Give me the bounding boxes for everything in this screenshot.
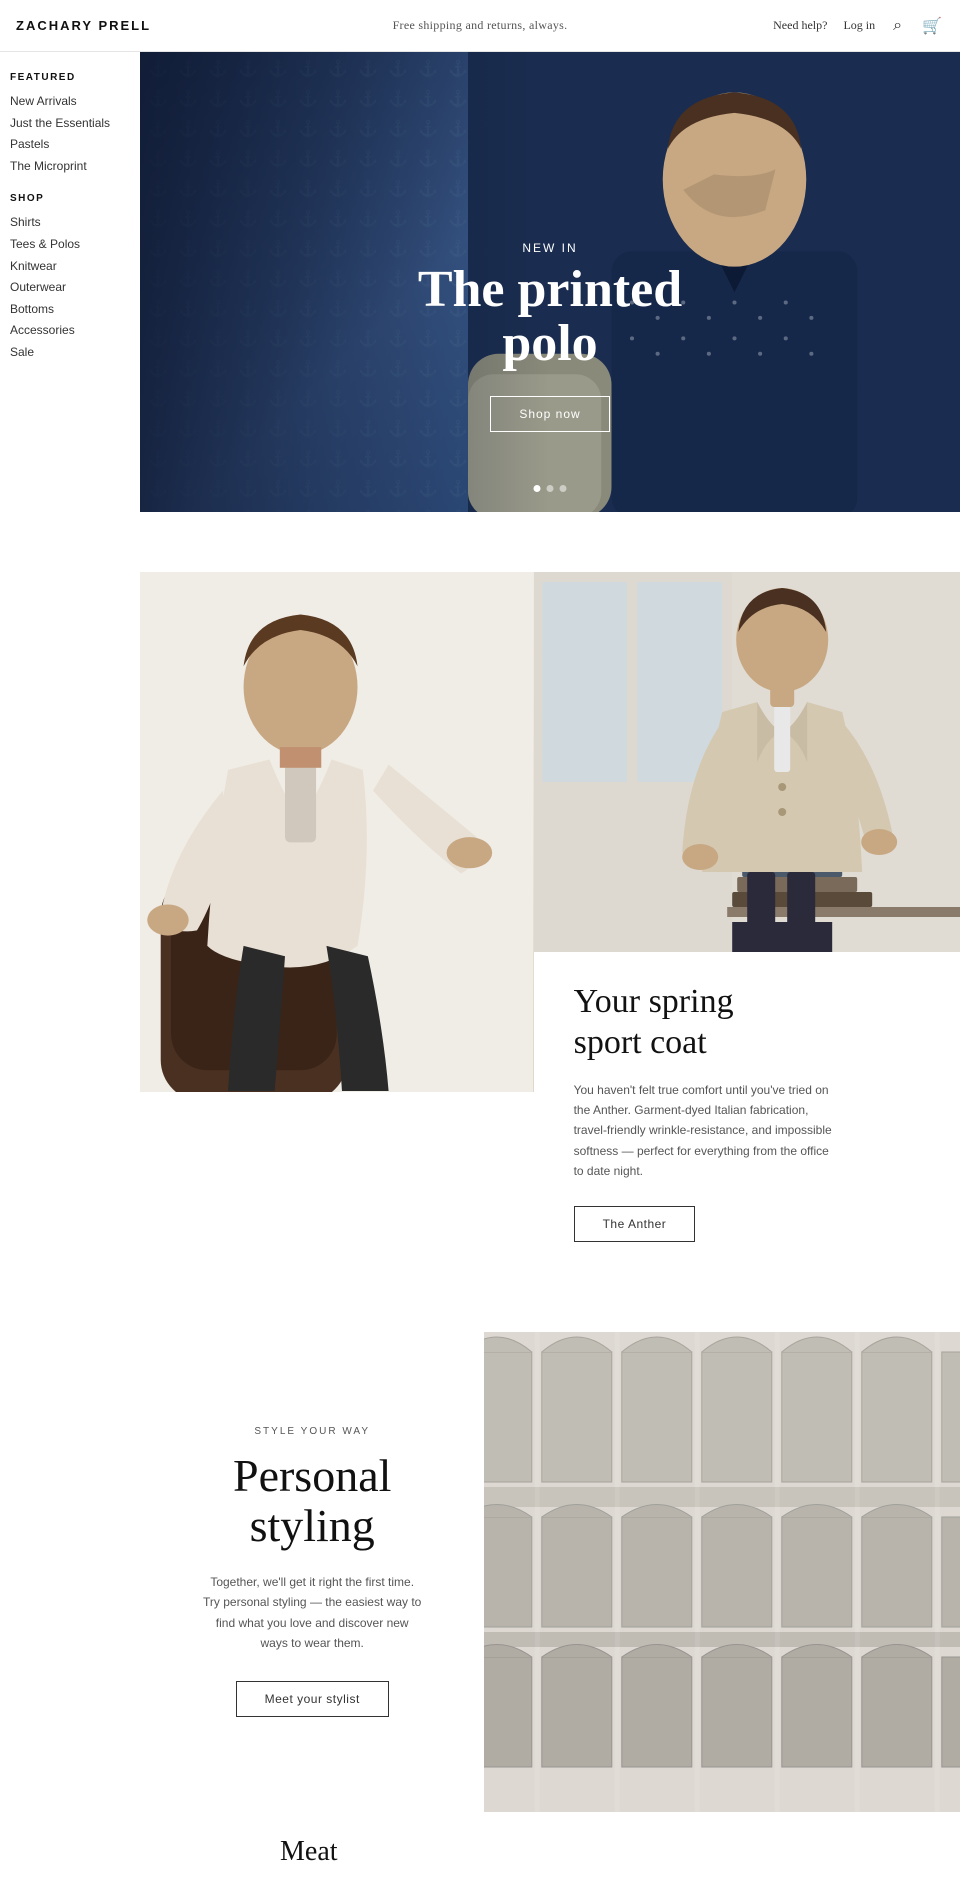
header-actions: Need help? Log in ⌕ 🛒 [773,16,944,36]
search-icon: ⌕ [893,17,902,34]
page-container: FEATURED New Arrivals Just the Essential… [0,52,960,1892]
hero-text-container: NEW IN The printed polo Shop now [390,241,710,432]
sidebar-item-pastels[interactable]: Pastels [10,134,140,156]
sport-coat-cta-button[interactable]: The Anther [574,1206,696,1242]
sidebar-nav: FEATURED New Arrivals Just the Essential… [0,52,140,1892]
sidebar-item-tees-polos[interactable]: Tees & Polos [10,234,140,256]
cart-button[interactable]: 🛒 [920,16,944,36]
sidebar-item-microprint[interactable]: The Microprint [10,156,140,178]
personal-styling-text-block: STYLE YOUR WAY Personal styling Together… [140,1332,484,1812]
personal-styling-image [484,1332,960,1812]
sidebar-item-accessories[interactable]: Accessories [10,320,140,342]
site-logo[interactable]: ZACHARY PRELL [16,18,151,33]
sport-coat-seated-svg [140,572,534,1092]
sidebar-item-bottoms[interactable]: Bottoms [10,299,140,321]
hero-title: The printed polo [390,263,710,372]
hero-pagination [534,485,567,492]
hero-dot-2[interactable] [547,485,554,492]
personal-styling-description: Together, we'll get it right the first t… [202,1572,422,1654]
sidebar-featured-heading: FEATURED [10,72,140,83]
site-header: ZACHARY PRELL Free shipping and returns,… [0,0,960,52]
bottom-section: Meat [140,1812,960,1892]
bottom-category-text: Meat [280,1836,338,1868]
sport-coat-section: Your spring sport coat You haven't felt … [140,572,960,1272]
hero-cta-button[interactable]: Shop now [490,396,609,432]
hero-dot-1[interactable] [534,485,541,492]
sport-coat-title: Your spring sport coat [574,982,920,1064]
building-facade-svg [484,1332,960,1812]
sidebar-shop-heading: SHOP [10,193,140,204]
sidebar-item-essentials[interactable]: Just the Essentials [10,113,140,135]
help-link[interactable]: Need help? [773,18,827,33]
hero-subtitle: NEW IN [390,241,710,255]
sidebar-item-new-arrivals[interactable]: New Arrivals [10,91,140,113]
sport-coat-description: You haven't felt true comfort until you'… [574,1080,834,1182]
sport-coat-left-image [140,572,534,1092]
sport-coat-standing-image [534,572,960,952]
hero-section: ⚓ [140,52,960,512]
sport-coat-right: Your spring sport coat You haven't felt … [534,572,960,1272]
hero-dot-3[interactable] [560,485,567,492]
sport-coat-text-block: Your spring sport coat You haven't felt … [534,952,960,1272]
personal-styling-cta-button[interactable]: Meet your stylist [236,1681,389,1717]
header-shipping-message: Free shipping and returns, always. [393,18,568,33]
personal-styling-title: Personal styling [233,1451,391,1552]
sidebar-item-sale[interactable]: Sale [10,342,140,364]
sidebar-item-shirts[interactable]: Shirts [10,212,140,234]
sidebar-item-knitwear[interactable]: Knitwear [10,256,140,278]
sidebar-item-outerwear[interactable]: Outerwear [10,277,140,299]
main-content: ⚓ [140,52,960,1892]
personal-styling-eyebrow: STYLE YOUR WAY [254,1426,370,1437]
sport-coat-standing-svg [534,572,960,952]
login-link[interactable]: Log in [843,18,875,33]
cart-icon: 🛒 [922,18,942,35]
personal-styling-section: STYLE YOUR WAY Personal styling Together… [140,1332,960,1812]
search-button[interactable]: ⌕ [891,17,904,35]
